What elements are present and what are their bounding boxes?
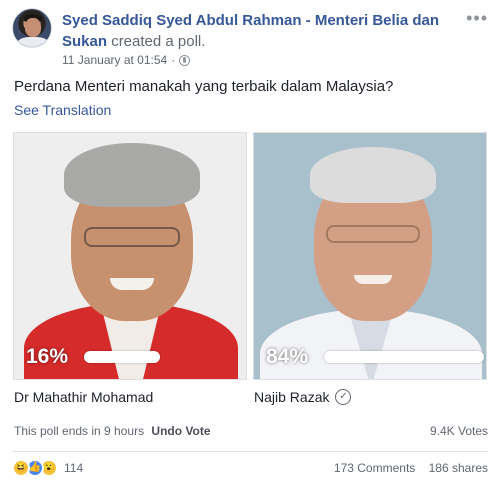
author-avatar[interactable] [12,8,52,48]
undo-vote-button[interactable]: Undo Vote [151,424,210,438]
vote-count[interactable]: 9.4K Votes [430,424,488,438]
najib-smile [354,275,392,284]
option-label-najib[interactable]: Najib Razak ✓ [254,389,352,405]
option-result-bar [84,351,160,363]
avatar-shirt [17,37,49,47]
see-translation-link[interactable]: See Translation [14,102,111,118]
option-name: Najib Razak [254,389,330,405]
meta-separator: · [171,53,176,67]
divider [12,451,488,452]
voted-check-icon: ✓ [335,389,352,405]
poll-option-mahathir[interactable]: 16% [13,132,247,380]
mahathir-glasses [84,227,180,247]
engagement-counts: 173 Comments 186 shares [324,461,488,475]
reactions-summary[interactable]: 😆 👍 😮 114 [12,459,83,477]
more-options-icon[interactable]: ••• [466,8,488,29]
poll-question: Perdana Menteri manakah yang terbaik dal… [14,78,394,95]
poll-footer: This poll ends in 9 hours Undo Vote 9.4K… [14,424,488,442]
post-action-text: created a poll. [111,33,206,50]
poll-ends-text: This poll ends in 9 hours [14,424,145,438]
post-meta: 11 January at 01:54 · [62,53,191,67]
option-label-mahathir[interactable]: Dr Mahathir Mohamad [14,389,153,405]
comments-count-link[interactable]: 173 Comments [334,461,415,475]
post-header: Syed Saddiq Syed Abdul Rahman - Menteri … [62,10,462,52]
option-name: Dr Mahathir Mohamad [14,389,154,405]
option-percent-label: 84% [266,345,309,368]
poll-end-notice: This poll ends in 9 hours Undo Vote [14,424,211,438]
avatar-face [25,18,41,37]
shares-count-link[interactable]: 186 shares [429,461,488,475]
mahathir-smile [110,278,154,290]
haha-reaction-icon: 😆 [12,459,30,477]
globe-icon[interactable] [179,54,191,66]
option-percent-label: 16% [26,345,69,368]
reactions-count: 114 [64,461,84,475]
najib-glasses [326,225,420,243]
poll-option-najib[interactable]: 84% [253,132,487,380]
option-result-bar [324,351,484,363]
post-timestamp[interactable]: 11 January at 01:54 [62,53,167,67]
